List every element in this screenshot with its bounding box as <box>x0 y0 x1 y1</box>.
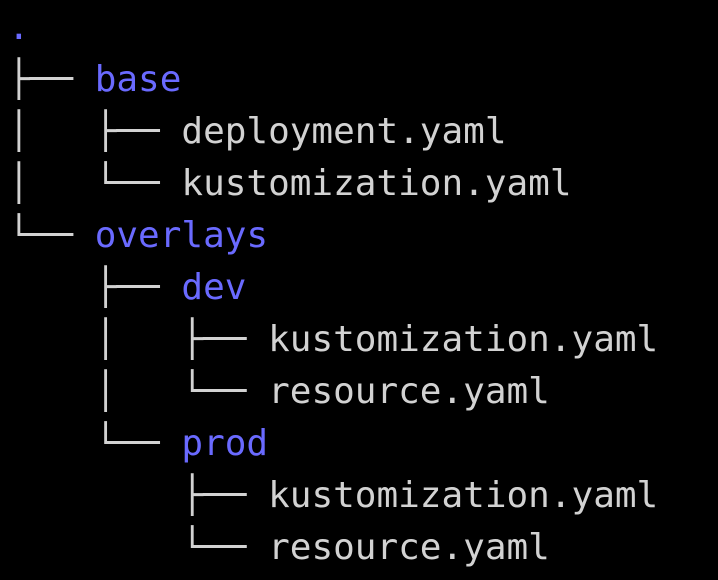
tree-line-dev: ├── dev <box>8 262 247 314</box>
file-name[interactable]: resource.yaml <box>268 527 550 568</box>
directory-name[interactable]: overlays <box>95 215 268 256</box>
terminal-window: . ├── base │ ├── deployment.yaml │ └── k… <box>0 0 718 580</box>
directory-name[interactable]: prod <box>181 423 268 464</box>
tree-branch: ├── <box>8 267 182 308</box>
tree-line-dev-kustomization: │ ├── kustomization.yaml <box>8 314 659 366</box>
tree-branch: │ └── <box>8 371 269 412</box>
tree-branch: ├── <box>8 59 95 100</box>
tree-line-overlays: └── overlays <box>8 210 268 262</box>
tree-branch: └── <box>8 423 182 464</box>
tree-branch: ├── <box>8 475 269 516</box>
tree-branch: └── <box>8 215 95 256</box>
tree-line-base-kustomization: │ └── kustomization.yaml <box>8 158 572 210</box>
tree-line-base-deployment: │ ├── deployment.yaml <box>8 106 507 158</box>
tree-line-root: . <box>8 2 30 54</box>
file-name[interactable]: deployment.yaml <box>181 111 506 152</box>
tree-line-base: ├── base <box>8 54 181 106</box>
tree-line-prod: └── prod <box>8 418 268 470</box>
tree-line-prod-kustomization: ├── kustomization.yaml <box>8 470 658 522</box>
directory-name[interactable]: . <box>8 7 30 48</box>
file-name[interactable]: kustomization.yaml <box>268 319 658 360</box>
tree-branch: │ ├── <box>8 111 182 152</box>
tree-branch: │ ├── <box>8 319 269 360</box>
tree-branch: │ └── <box>8 163 182 204</box>
tree-line-dev-resource: │ └── resource.yaml <box>8 366 550 418</box>
tree-branch: └── <box>8 527 269 568</box>
directory-name[interactable]: base <box>95 59 182 100</box>
file-name[interactable]: kustomization.yaml <box>181 163 571 204</box>
tree-line-prod-resource: └── resource.yaml <box>8 522 550 574</box>
file-name[interactable]: kustomization.yaml <box>268 475 658 516</box>
file-name[interactable]: resource.yaml <box>268 371 550 412</box>
directory-name[interactable]: dev <box>181 267 246 308</box>
